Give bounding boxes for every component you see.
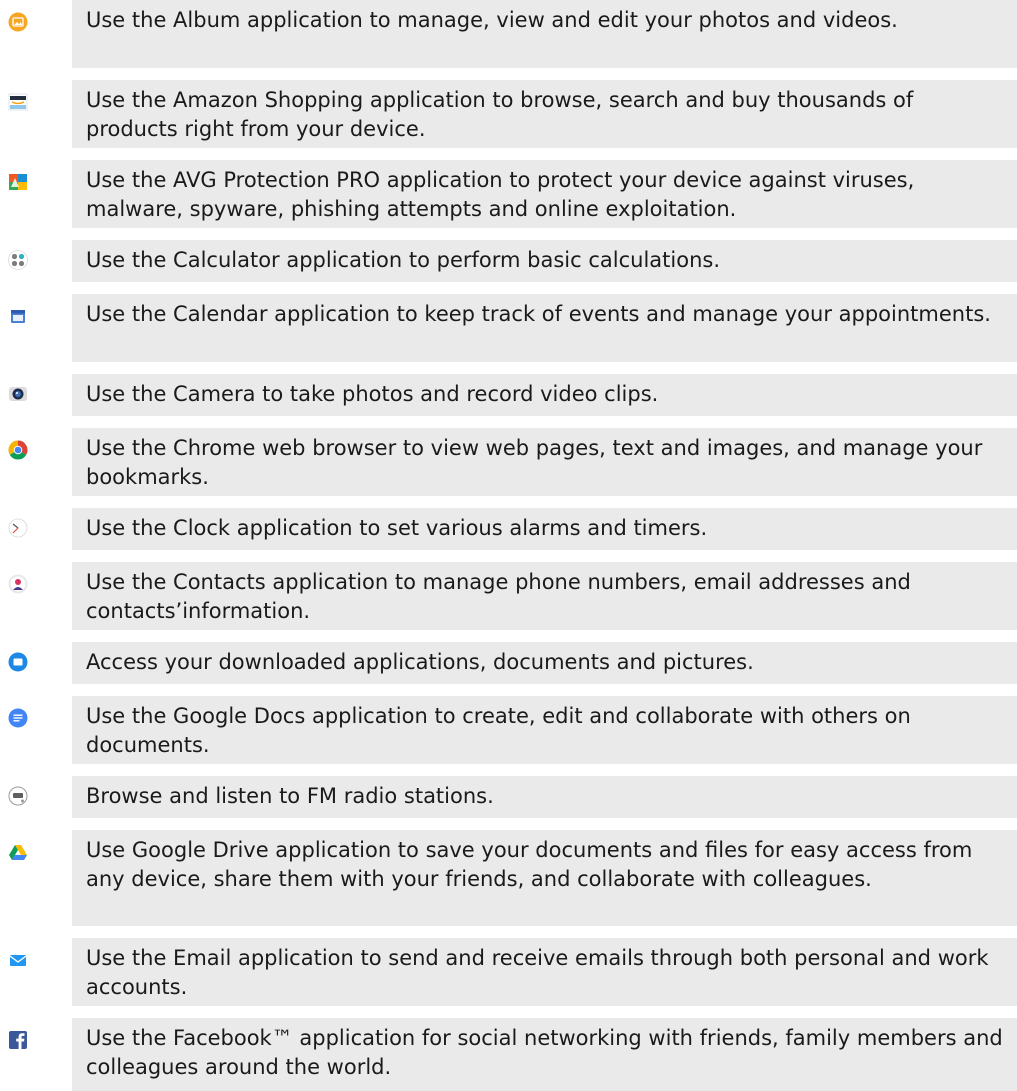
camera-icon — [9, 387, 27, 401]
app-description: Use the Clock application to set various… — [72, 508, 1017, 550]
app-description: Browse and listen to FM radio stations. — [72, 776, 1017, 818]
list-item: Use the Calculator application to perfor… — [0, 240, 1017, 282]
app-description: Access your downloaded applications, doc… — [72, 642, 1017, 684]
list-item: Use the Google Docs application to creat… — [0, 696, 1017, 764]
avg-protection-icon — [9, 174, 27, 190]
facebook-icon — [9, 1031, 27, 1049]
app-description: Use the Facebook™ application for social… — [72, 1018, 1017, 1091]
app-description: Use Google Drive application to save you… — [72, 830, 1017, 926]
list-item: Access your downloaded applications, doc… — [0, 642, 1017, 684]
list-item: Use the Amazon Shopping application to b… — [0, 80, 1017, 148]
list-item: Use the Clock application to set various… — [0, 508, 1017, 550]
list-item: Browse and listen to FM radio stations. — [0, 776, 1017, 818]
calendar-icon — [11, 310, 25, 323]
app-description: Use the Contacts application to manage p… — [72, 562, 1017, 630]
list-item: Use Google Drive application to save you… — [0, 830, 1017, 926]
app-description: Use the Google Docs application to creat… — [72, 696, 1017, 764]
contacts-icon — [8, 574, 28, 594]
clock-icon — [8, 518, 28, 538]
app-description: Use the Calendar application to keep tra… — [72, 294, 1017, 362]
chrome-icon — [8, 440, 28, 460]
list-item: Use the Chrome web browser to view web p… — [0, 428, 1017, 496]
list-item: Use the Camera to take photos and record… — [0, 374, 1017, 416]
list-item: Use the Calendar application to keep tra… — [0, 294, 1017, 362]
fm-radio-icon — [8, 786, 28, 806]
app-description: Use the Camera to take photos and record… — [72, 374, 1017, 416]
google-docs-icon — [8, 708, 28, 728]
list-item: Use the Contacts application to manage p… — [0, 562, 1017, 630]
calculator-icon — [8, 250, 28, 270]
google-drive-icon — [9, 845, 27, 860]
list-item: Use the Facebook™ application for social… — [0, 1018, 1017, 1091]
app-description: Use the Amazon Shopping application to b… — [72, 80, 1017, 148]
app-description: Use the Chrome web browser to view web p… — [72, 428, 1017, 496]
list-item: Use the AVG Protection PRO application t… — [0, 160, 1017, 228]
app-description: Use the AVG Protection PRO application t… — [72, 160, 1017, 228]
email-icon — [9, 955, 27, 966]
app-description: Use the Album application to manage, vie… — [72, 0, 1017, 68]
app-description: Use the Calculator application to perfor… — [72, 240, 1017, 282]
downloads-folder-icon — [8, 652, 28, 672]
list-item: Use the Email application to send and re… — [0, 938, 1017, 1006]
list-item: Use the Album application to manage, vie… — [0, 0, 1017, 68]
album-icon — [8, 12, 28, 32]
amazon-shopping-icon — [8, 93, 28, 111]
app-description: Use the Email application to send and re… — [72, 938, 1017, 1006]
